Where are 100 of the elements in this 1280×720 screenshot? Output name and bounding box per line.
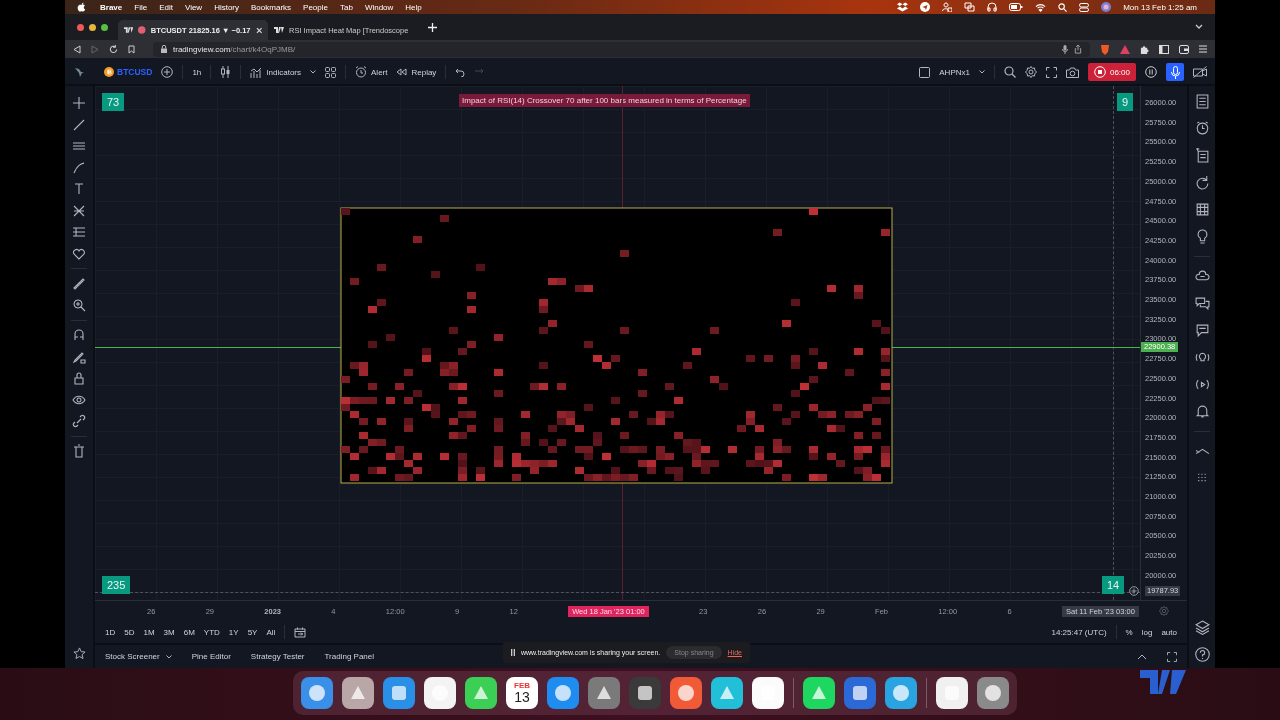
candles-icon[interactable]: [220, 66, 232, 78]
ruler-icon[interactable]: [72, 276, 86, 291]
menu-item[interactable]: Tab: [339, 2, 353, 12]
interval-button[interactable]: 1h: [192, 67, 202, 77]
utc-time-button[interactable]: 14:25:47 (UTC): [1051, 627, 1107, 637]
broadcast-icon[interactable]: [1194, 377, 1210, 392]
pause-icon[interactable]: [511, 649, 515, 656]
help-icon[interactable]: [1194, 647, 1210, 662]
close-icon[interactable]: [255, 26, 262, 34]
screens-icon[interactable]: [964, 2, 976, 12]
share-icon[interactable]: [1074, 44, 1082, 54]
zoom-icon[interactable]: [72, 298, 86, 312]
wifi-icon[interactable]: [1035, 2, 1047, 12]
bottom-panel-tab[interactable]: Trading Panel: [324, 652, 374, 661]
layout-grid-icon[interactable]: [325, 66, 336, 78]
alarm-clock-icon[interactable]: [1194, 121, 1210, 136]
wallet-icon[interactable]: [1179, 44, 1189, 54]
headphones-icon[interactable]: [987, 2, 998, 12]
bookmark-icon[interactable]: [128, 44, 135, 54]
undo-icon[interactable]: [455, 67, 466, 77]
search-icon[interactable]: [1058, 2, 1068, 12]
lightbulb-icon[interactable]: [1194, 229, 1210, 244]
bottom-panel-tab[interactable]: Stock Screener: [105, 652, 172, 661]
caret-icon[interactable]: [978, 70, 985, 74]
alert-button[interactable]: Alert: [355, 66, 388, 78]
back-icon[interactable]: [73, 44, 81, 54]
range-button[interactable]: All: [266, 627, 276, 637]
menu-item[interactable]: Window: [364, 2, 394, 12]
pattern-icon[interactable]: [72, 203, 86, 218]
indicators-button[interactable]: Indicators: [250, 66, 301, 78]
menu-item[interactable]: History: [214, 2, 240, 12]
bird-logo-icon[interactable]: [73, 66, 85, 78]
text-icon[interactable]: [72, 182, 86, 196]
camera-off-icon[interactable]: [1193, 66, 1207, 78]
chat-icon[interactable]: [1194, 323, 1210, 338]
camera-icon[interactable]: [1065, 66, 1079, 78]
menu-item[interactable]: People: [303, 2, 328, 12]
fullscreen-icon[interactable]: [1045, 66, 1057, 78]
menu-item[interactable]: Edit: [159, 2, 173, 12]
forecast-icon[interactable]: [72, 225, 86, 239]
bottom-panel-tab[interactable]: Strategy Tester: [250, 652, 305, 661]
puzzle-icon[interactable]: [1140, 44, 1149, 54]
menu-icon[interactable]: [1199, 45, 1207, 53]
settings-icon[interactable]: [1024, 66, 1037, 78]
menu-item[interactable]: Bookmarks: [251, 2, 292, 12]
square-icon[interactable]: [919, 66, 931, 78]
replay-button[interactable]: Replay: [396, 67, 437, 77]
star-icon[interactable]: [72, 647, 86, 660]
battery-icon[interactable]: [1009, 3, 1024, 11]
range-button[interactable]: 1M: [143, 627, 155, 637]
recording-timer-button[interactable]: 06:00: [1087, 63, 1136, 81]
menu-item[interactable]: File: [134, 2, 148, 12]
horizontal-lines-icon[interactable]: [72, 139, 86, 153]
triangle-icon[interactable]: [1120, 44, 1130, 54]
range-button[interactable]: 5D: [124, 627, 135, 637]
calendar-arrow-icon[interactable]: [294, 626, 307, 638]
calendar-grid-icon[interactable]: [1194, 202, 1210, 217]
lion-shield-icon[interactable]: [1100, 43, 1110, 55]
range-button[interactable]: 1Y: [228, 627, 239, 637]
list-add-icon[interactable]: [1194, 148, 1210, 163]
search-icon[interactable]: [1003, 66, 1016, 78]
menu-item[interactable]: Help: [405, 2, 422, 12]
scale-option-button[interactable]: log: [1141, 627, 1153, 637]
list-icon[interactable]: [1194, 94, 1210, 109]
new-tab-icon[interactable]: [428, 22, 437, 32]
control-center-icon[interactable]: [1079, 2, 1090, 12]
calendar-app-icon[interactable]: FEB 13: [506, 677, 538, 709]
magnet-icon[interactable]: [72, 328, 86, 342]
box-icon[interactable]: [897, 2, 909, 12]
layout-name-button[interactable]: AHPNx1: [939, 67, 970, 77]
address-field[interactable]: tradingview.com/chart/k4OqPJMB/: [153, 41, 1090, 57]
range-button[interactable]: 5Y: [247, 627, 258, 637]
lock-icon[interactable]: [72, 371, 86, 385]
microphone-icon[interactable]: [1062, 44, 1068, 54]
range-button[interactable]: YTD: [203, 627, 220, 637]
close-window-button[interactable]: [77, 23, 84, 31]
assistant-orb-icon[interactable]: [1101, 2, 1112, 12]
minimize-window-button[interactable]: [89, 23, 96, 31]
chevron-down-icon[interactable]: [1195, 24, 1203, 30]
heart-icon[interactable]: [72, 246, 86, 261]
menu-item[interactable]: View: [184, 2, 203, 12]
layers-icon[interactable]: [1194, 620, 1210, 635]
menu-bar-clock[interactable]: Mon 13 Feb 1:25 am: [1123, 2, 1197, 12]
apple-logo-icon[interactable]: [77, 2, 86, 12]
add-circle-icon[interactable]: [161, 66, 174, 78]
fullscreen-icon[interactable]: [1167, 651, 1177, 662]
microphone-button[interactable]: [1166, 63, 1184, 81]
user-lock-icon[interactable]: [942, 2, 953, 12]
scale-option-button[interactable]: auto: [1161, 627, 1177, 637]
brush-icon[interactable]: [72, 160, 86, 175]
pause-icon[interactable]: [1145, 66, 1157, 78]
range-button[interactable]: 6M: [183, 627, 195, 637]
sidebar-icon[interactable]: [1159, 44, 1169, 54]
caret-icon[interactable]: [310, 70, 316, 74]
link-icon[interactable]: [72, 414, 86, 428]
maximize-window-button[interactable]: [101, 23, 108, 31]
send-icon[interactable]: [920, 2, 931, 12]
range-button[interactable]: 1D: [105, 627, 116, 637]
reload-icon[interactable]: [109, 44, 118, 54]
add-circle-icon[interactable]: [1129, 586, 1139, 596]
